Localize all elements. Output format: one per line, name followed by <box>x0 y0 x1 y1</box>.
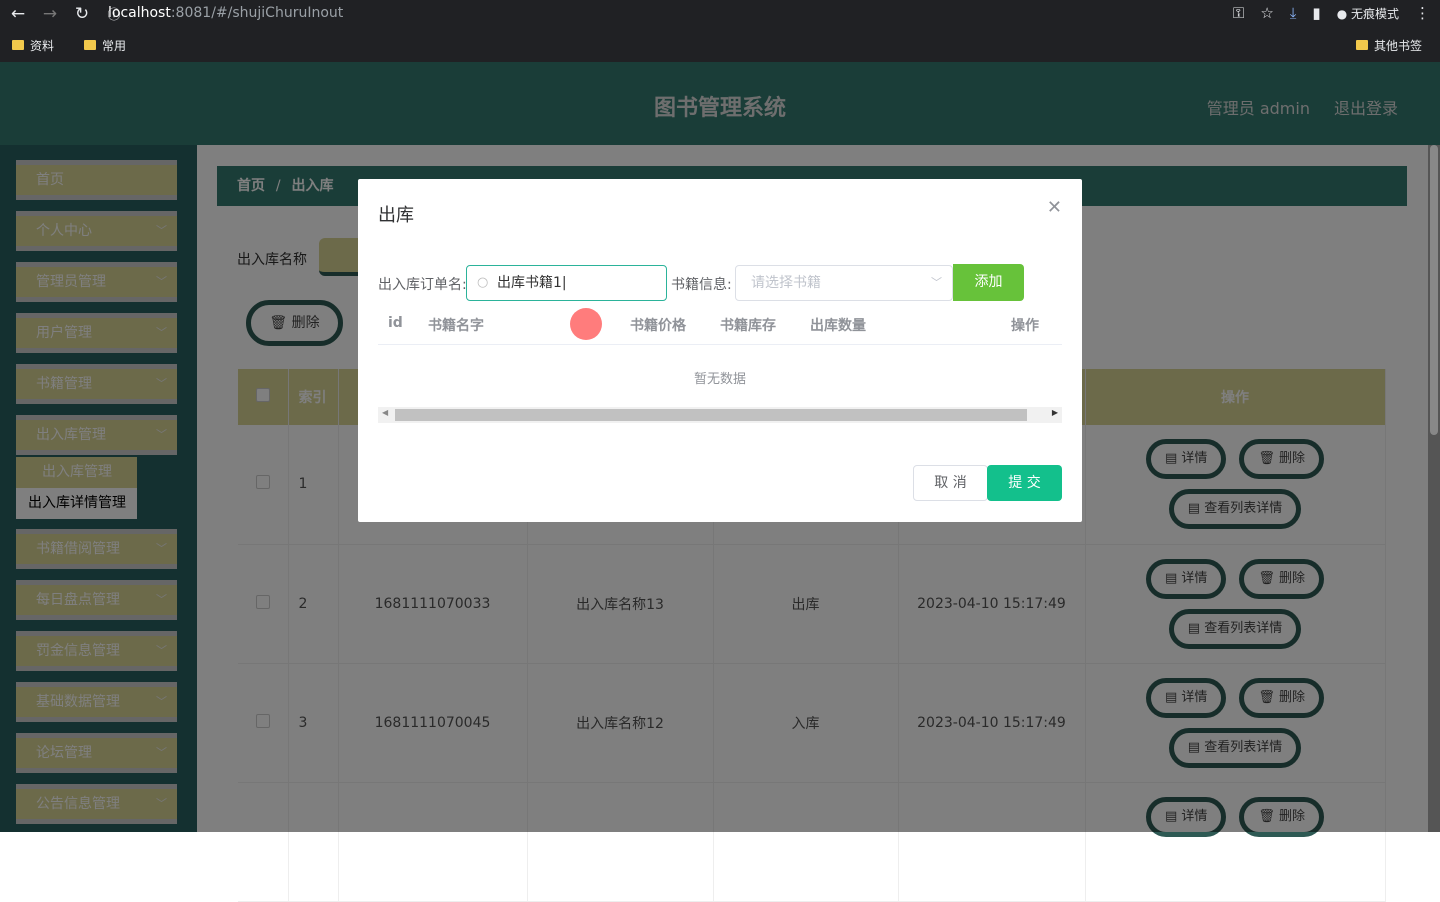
order-name-label: 出入库订单名: <box>378 277 467 293</box>
address-bar[interactable]: localhost:8081/#/shujiChuruInout <box>108 0 343 26</box>
close-icon[interactable]: ✕ <box>1047 197 1062 218</box>
arrow-right-icon[interactable]: ▶ <box>1052 408 1058 417</box>
table-hscrollbar[interactable]: ◀ ▶ <box>378 407 1062 423</box>
book-table-header: id 书籍名字 书籍价格 书籍库存 出库数量 操作 <box>378 305 1062 345</box>
back-icon[interactable]: ← <box>4 4 32 24</box>
dialog-title: 出库 <box>378 205 414 226</box>
reload-icon[interactable]: ↻ <box>68 4 96 24</box>
add-button[interactable]: 添加 <box>953 264 1024 301</box>
empty-text: 暂无数据 <box>693 372 746 387</box>
book-info-label: 书籍信息: <box>671 277 732 293</box>
folder-icon <box>84 40 97 50</box>
mouse-cursor-highlight <box>570 308 602 340</box>
arrow-left-icon[interactable]: ◀ <box>382 408 388 417</box>
download-icon[interactable]: ⤓ <box>1290 4 1297 22</box>
book-select[interactable]: 请选择书籍 ﹀ <box>735 265 953 301</box>
outbound-dialog: 出库 ✕ 出入库订单名: ○ 出库书籍1| 书籍信息: 请选择书籍 ﹀ 添加 id … <box>358 179 1082 522</box>
scrollbar-thumb[interactable] <box>1430 145 1438 435</box>
incognito-badge[interactable]: ● 无痕模式 <box>1337 5 1399 22</box>
search-icon: ○ <box>477 275 489 290</box>
bookmark-folder[interactable]: 常用 <box>84 37 126 54</box>
menu-icon[interactable]: ⋮ <box>1415 4 1430 22</box>
folder-icon <box>12 40 24 50</box>
scrollbar-thumb[interactable] <box>395 409 1027 421</box>
chevron-down-icon: ﹀ <box>931 276 942 289</box>
other-bookmarks[interactable]: 其他书签 <box>1355 37 1422 54</box>
folder-icon <box>1355 40 1368 50</box>
bookmark-folder[interactable]: 资料 <box>12 37 54 54</box>
star-icon[interactable]: ☆ <box>1260 4 1273 22</box>
cancel-button[interactable]: 取 消 <box>913 465 988 501</box>
sidepanel-icon[interactable]: ▮ <box>1312 4 1320 22</box>
page-scrollbar[interactable] <box>1428 145 1440 832</box>
order-name-input[interactable]: ○ 出库书籍1| <box>466 265 667 301</box>
key-icon[interactable]: ⚿ <box>1233 4 1244 22</box>
submit-button[interactable]: 提 交 <box>987 465 1062 501</box>
browser-chrome: ← → ↻ ⓘ localhost:8081/#/shujiChuruInout… <box>0 0 1440 62</box>
forward-icon[interactable]: → <box>36 4 64 24</box>
